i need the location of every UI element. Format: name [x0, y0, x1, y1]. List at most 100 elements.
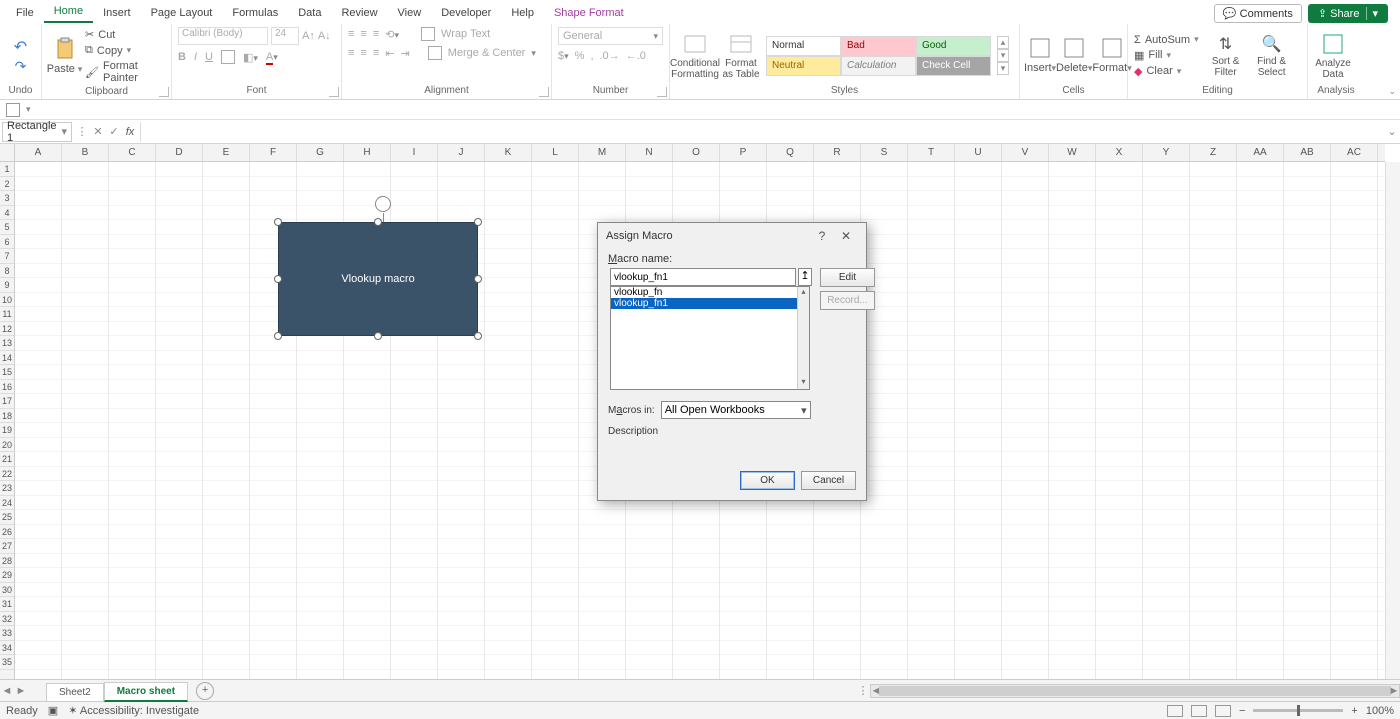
row-header[interactable]: 14	[0, 351, 14, 366]
dialog-close-button[interactable]: ✕	[834, 229, 858, 243]
fill-button[interactable]: ▦Fill ▾	[1134, 48, 1199, 63]
row-header[interactable]: 30	[0, 583, 14, 598]
underline-button[interactable]: U	[205, 51, 213, 63]
shape-resize-handle[interactable]	[474, 218, 482, 226]
col-header[interactable]: I	[391, 144, 438, 161]
zoom-in-button[interactable]: +	[1351, 705, 1357, 717]
font-launcher[interactable]	[329, 87, 339, 97]
row-header[interactable]: 10	[0, 293, 14, 308]
formula-expand-icon[interactable]: ⌄	[1384, 125, 1400, 138]
shape-resize-handle[interactable]	[474, 332, 482, 340]
namebox-expand-icon[interactable]: ⋮	[74, 125, 90, 138]
row-header[interactable]: 18	[0, 409, 14, 424]
dialog-help-button[interactable]: ?	[810, 229, 834, 243]
col-header[interactable]: Y	[1143, 144, 1190, 161]
col-header[interactable]: L	[532, 144, 579, 161]
col-header[interactable]: O	[673, 144, 720, 161]
col-header[interactable]: V	[1002, 144, 1049, 161]
col-header[interactable]: B	[62, 144, 109, 161]
ribbon-collapse-icon[interactable]: ⌄	[1388, 86, 1396, 97]
row-header[interactable]: 17	[0, 394, 14, 409]
shape-resize-handle[interactable]	[474, 275, 482, 283]
row-header[interactable]: 7	[0, 249, 14, 264]
row-header[interactable]: 15	[0, 365, 14, 380]
enter-entry-icon[interactable]: ✓	[106, 125, 122, 138]
wrap-text-icon[interactable]	[421, 27, 435, 41]
macros-in-select[interactable]: All Open Workbooks▾	[661, 401, 811, 419]
macro-list-item[interactable]: vlookup_fn1	[611, 298, 809, 309]
col-header[interactable]: AB	[1284, 144, 1331, 161]
percent-icon[interactable]: %	[575, 50, 585, 62]
menu-tab-shape-format[interactable]: Shape Format	[544, 3, 634, 23]
font-color-button[interactable]: A▾	[266, 51, 278, 63]
gallery-more-icon[interactable]: ▾	[997, 62, 1009, 75]
wrap-text-label[interactable]: Wrap Text	[441, 28, 490, 40]
menu-tab-page-layout[interactable]: Page Layout	[141, 3, 223, 23]
style-normal[interactable]: Normal	[766, 36, 841, 56]
zoom-slider[interactable]	[1253, 709, 1343, 712]
menu-tab-insert[interactable]: Insert	[93, 3, 141, 23]
page-break-view-button[interactable]	[1215, 705, 1231, 717]
qat-button[interactable]	[6, 103, 20, 117]
row-header[interactable]: 19	[0, 423, 14, 438]
col-header[interactable]: S	[861, 144, 908, 161]
macro-name-input[interactable]	[610, 268, 796, 286]
fx-icon[interactable]: fx	[122, 126, 138, 138]
align-bottom-icon[interactable]: ≡	[373, 28, 379, 40]
row-header[interactable]: 34	[0, 641, 14, 656]
sort-filter-button[interactable]: ⇅Sort & Filter	[1205, 34, 1247, 78]
edit-button[interactable]: Edit	[820, 268, 875, 287]
gallery-down-icon[interactable]: ▾	[997, 49, 1009, 62]
gallery-up-icon[interactable]: ▴	[997, 36, 1009, 49]
merge-icon[interactable]	[428, 46, 442, 60]
col-header[interactable]: AC	[1331, 144, 1378, 161]
italic-button[interactable]: I	[194, 51, 197, 63]
sheet-nav-prev-icon[interactable]: ◄	[0, 685, 14, 697]
merge-label[interactable]: Merge & Center	[448, 47, 526, 59]
row-header[interactable]: 20	[0, 438, 14, 453]
font-size-select[interactable]: 24	[271, 27, 299, 45]
insert-cells-button[interactable]: Insert▾	[1024, 36, 1056, 74]
shape-resize-handle[interactable]	[274, 275, 282, 283]
row-header[interactable]: 13	[0, 336, 14, 351]
orientation-icon[interactable]: ⟲▾	[385, 28, 399, 41]
sheet-tab[interactable]: Macro sheet	[104, 682, 188, 702]
col-header[interactable]: K	[485, 144, 532, 161]
delete-cells-button[interactable]: Delete▾	[1056, 36, 1092, 74]
col-header[interactable]: H	[344, 144, 391, 161]
col-header[interactable]: F	[250, 144, 297, 161]
qat-dropdown-icon[interactable]: ▾	[26, 104, 31, 115]
row-header[interactable]: 8	[0, 264, 14, 279]
undo-icon[interactable]: ↶	[14, 37, 27, 57]
row-header[interactable]: 2	[0, 177, 14, 192]
col-header[interactable]: P	[720, 144, 767, 161]
row-header[interactable]: 32	[0, 612, 14, 627]
sheet-tab[interactable]: Sheet2	[46, 683, 104, 701]
page-layout-view-button[interactable]	[1191, 705, 1207, 717]
accessibility-status[interactable]: ✶ Accessibility: Investigate	[68, 704, 199, 717]
row-header[interactable]: 9	[0, 278, 14, 293]
font-name-select[interactable]: Calibri (Body)	[178, 27, 268, 45]
shape-resize-handle[interactable]	[374, 218, 382, 226]
horizontal-scrollbar[interactable]: ◄►	[870, 684, 1400, 698]
zoom-out-button[interactable]: −	[1239, 705, 1245, 717]
clipboard-launcher[interactable]	[159, 87, 169, 97]
col-header[interactable]: X	[1096, 144, 1143, 161]
copy-button[interactable]: ⧉Copy ▾	[85, 43, 165, 58]
shape-rotate-handle[interactable]	[375, 196, 391, 212]
menu-tab-home[interactable]: Home	[44, 1, 93, 23]
style-calculation[interactable]: Calculation	[841, 56, 916, 76]
format-as-table-button[interactable]: Format as Table	[720, 32, 762, 80]
sheet-nav-next-icon[interactable]: ►	[14, 685, 28, 697]
col-header[interactable]: W	[1049, 144, 1096, 161]
autosum-button[interactable]: ΣAutoSum ▾	[1134, 33, 1199, 47]
find-select-button[interactable]: 🔍Find & Select	[1251, 34, 1293, 78]
row-header[interactable]: 12	[0, 322, 14, 337]
col-header[interactable]: C	[109, 144, 156, 161]
row-header[interactable]: 5	[0, 220, 14, 235]
list-scrollbar[interactable]: ▴▾	[797, 287, 809, 389]
row-header[interactable]: 28	[0, 554, 14, 569]
macro-record-icon[interactable]: ▣	[48, 704, 58, 717]
collapse-dialog-icon[interactable]: ↥	[798, 268, 812, 286]
cell-styles-gallery[interactable]: Normal Bad Good Neutral Calculation Chec…	[766, 36, 991, 76]
